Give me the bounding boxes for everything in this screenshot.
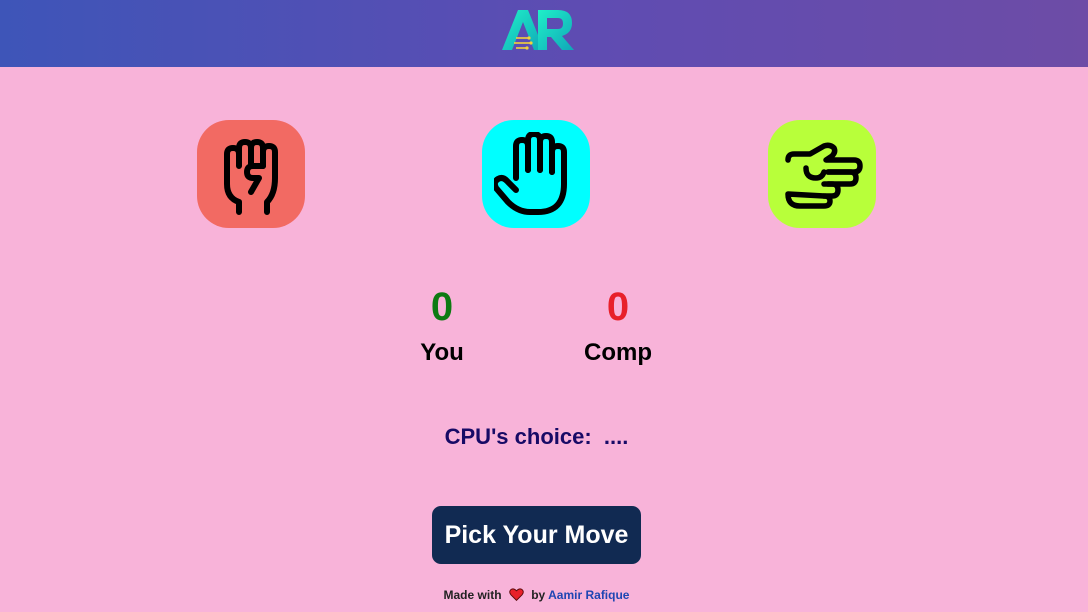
logo-icon[interactable] xyxy=(498,4,576,56)
fist-icon xyxy=(224,139,278,215)
header-bar: AR xyxy=(0,0,1088,67)
pick-your-move-button[interactable]: Pick Your Move xyxy=(432,506,641,564)
footer: Made with by Aamir Rafique xyxy=(0,588,1073,602)
user-score-label: You xyxy=(420,339,464,366)
heart-icon xyxy=(509,588,524,601)
user-score-block: 0 You xyxy=(382,284,502,368)
author-link[interactable]: Aamir Rafique xyxy=(548,588,629,602)
rock-choice-button[interactable] xyxy=(197,120,305,228)
comp-score: 0 xyxy=(606,285,630,329)
comp-score-block: 0 Comp xyxy=(558,284,678,368)
footer-by: by xyxy=(531,588,546,602)
cpu-choice-text: CPU's choice: .... xyxy=(444,424,629,449)
scissors-hand-icon xyxy=(785,142,863,209)
open-hand-icon xyxy=(494,132,567,215)
comp-score-label: Comp xyxy=(584,339,652,366)
user-score: 0 xyxy=(430,285,454,329)
footer-made-with: Made with xyxy=(443,588,502,602)
scissors-choice-button[interactable] xyxy=(768,120,876,228)
paper-choice-button[interactable] xyxy=(482,120,590,228)
